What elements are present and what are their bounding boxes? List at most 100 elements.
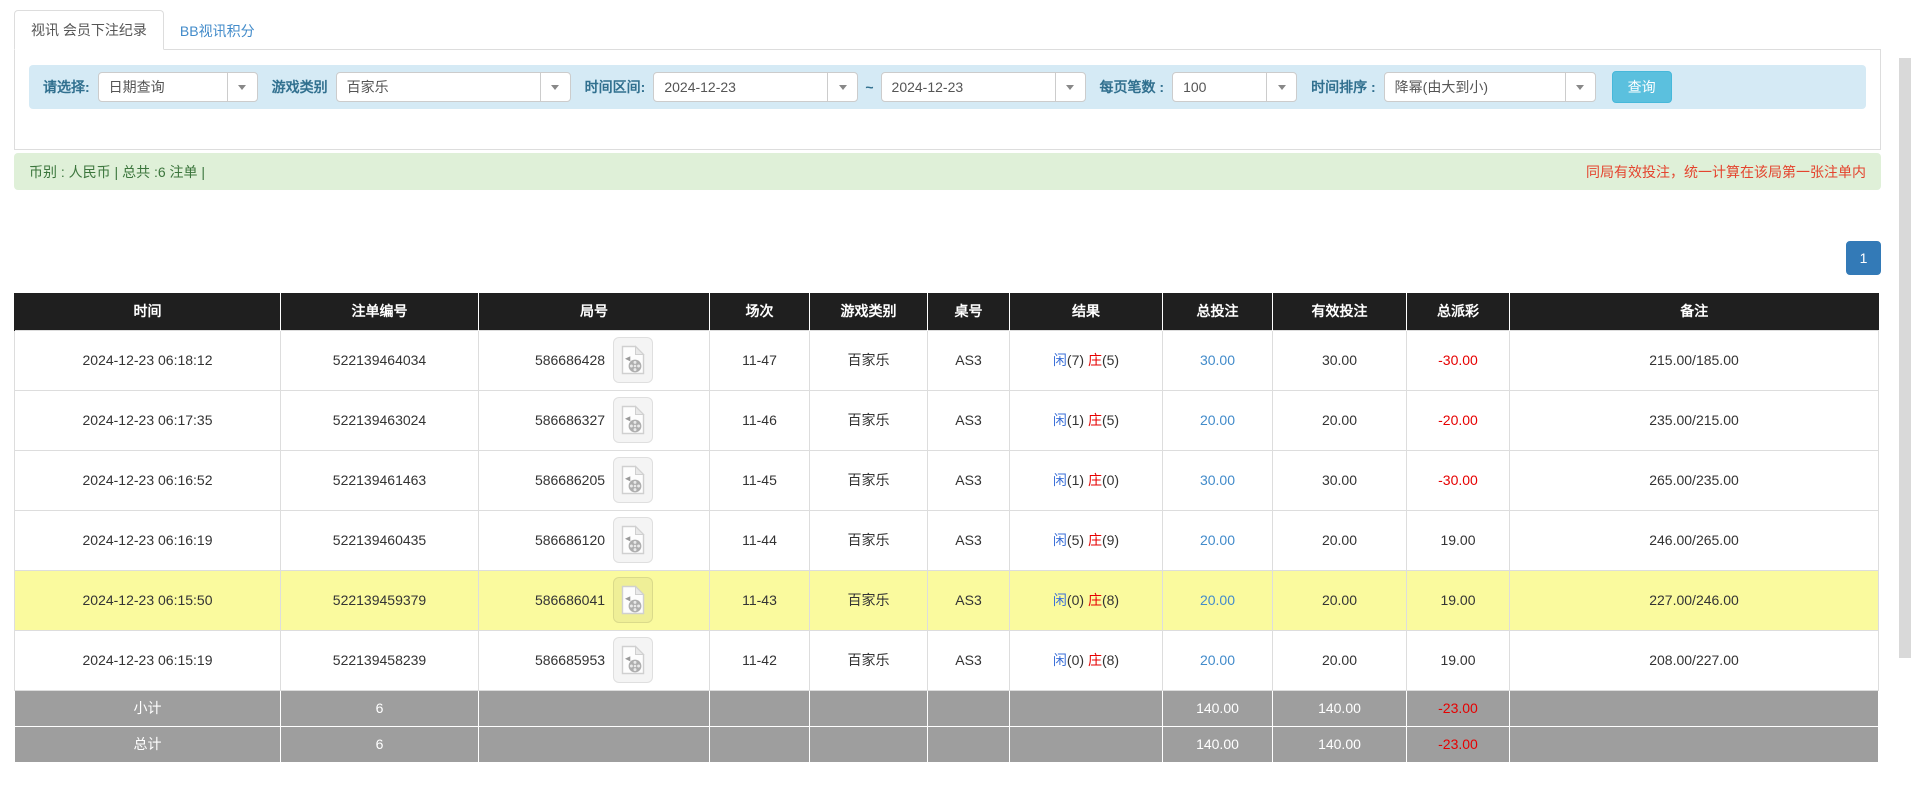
remark-cell: 246.00/265.00: [1510, 510, 1879, 570]
column-header: 注单编号: [281, 293, 479, 330]
page-size-select[interactable]: 100: [1172, 72, 1297, 102]
total-bet-link[interactable]: 20.00: [1200, 592, 1235, 608]
table-no-cell: AS3: [928, 570, 1010, 630]
total-bet-link[interactable]: 30.00: [1200, 472, 1235, 488]
time-cell: 2024-12-23 06:15:19: [15, 630, 281, 690]
video-replay-button[interactable]: [613, 517, 653, 563]
column-header: 总投注: [1163, 293, 1273, 330]
search-button[interactable]: 查询: [1612, 71, 1672, 103]
summary-empty-cell: [928, 726, 1010, 762]
column-header: 总派彩: [1407, 293, 1510, 330]
player-result-label: 闲: [1053, 412, 1067, 428]
summary-empty-cell: [1510, 690, 1879, 726]
query-type-label: 请选择:: [43, 77, 90, 97]
total-bet-cell: 30.00: [1163, 330, 1273, 390]
bet-id-cell: 522139464034: [281, 330, 479, 390]
game-type-cell: 百家乐: [810, 630, 928, 690]
table-no-cell: AS3: [928, 330, 1010, 390]
sort-order-label: 时间排序 :: [1311, 77, 1376, 97]
payout-cell: -30.00: [1407, 330, 1510, 390]
total-bet-link[interactable]: 20.00: [1200, 532, 1235, 548]
total-bet-cell: 20.00: [1163, 510, 1273, 570]
summary-label-cell: 总计: [15, 726, 281, 762]
banker-result-label: 庄: [1088, 532, 1102, 548]
video-file-icon: [621, 585, 645, 615]
time-cell: 2024-12-23 06:18:12: [15, 330, 281, 390]
game-type-select[interactable]: 百家乐: [336, 72, 571, 102]
chevron-down-icon: [1266, 73, 1296, 101]
video-replay-button[interactable]: [613, 457, 653, 503]
column-header: 桌号: [928, 293, 1010, 330]
result-cell: 闲(5) 庄(9): [1010, 510, 1163, 570]
banker-result-value: (0): [1102, 472, 1119, 488]
round-id-cell: 586686205: [479, 450, 710, 510]
summary-payout-value: -23.00: [1438, 736, 1478, 752]
summary-empty-cell: [1510, 726, 1879, 762]
chevron-down-icon: [227, 73, 257, 101]
date-to-value: 2024-12-23: [882, 73, 1055, 101]
payout-cell: -30.00: [1407, 450, 1510, 510]
summary-total-bet-cell: 140.00: [1163, 726, 1273, 762]
tab-bb-video-points[interactable]: BB视讯积分: [164, 12, 271, 50]
banker-result-label: 庄: [1088, 472, 1102, 488]
game-type-label: 游戏类别: [272, 77, 328, 97]
total-bet-link[interactable]: 20.00: [1200, 412, 1235, 428]
video-replay-button[interactable]: [613, 637, 653, 683]
summary-empty-cell: [479, 690, 710, 726]
query-type-select[interactable]: 日期查询: [98, 72, 258, 102]
table-row: 2024-12-23 06:15:19522139458239586685953…: [15, 630, 1879, 690]
summary-empty-cell: [710, 726, 810, 762]
round-id-text: 586686428: [535, 352, 605, 368]
total-bet-cell: 20.00: [1163, 390, 1273, 450]
remark-cell: 227.00/246.00: [1510, 570, 1879, 630]
remark-cell: 215.00/185.00: [1510, 330, 1879, 390]
date-from-select[interactable]: 2024-12-23: [653, 72, 858, 102]
bet-id-cell: 522139459379: [281, 570, 479, 630]
video-replay-button[interactable]: [613, 397, 653, 443]
player-result-value: (1): [1067, 472, 1084, 488]
session-cell: 11-42: [710, 630, 810, 690]
total-bet-link[interactable]: 30.00: [1200, 352, 1235, 368]
result-cell: 闲(0) 庄(8): [1010, 570, 1163, 630]
player-result-label: 闲: [1053, 652, 1067, 668]
summary-empty-cell: [810, 690, 928, 726]
valid-bet-cell: 30.00: [1273, 330, 1407, 390]
table-row: 2024-12-23 06:16:19522139460435586686120…: [15, 510, 1879, 570]
bet-id-cell: 522139460435: [281, 510, 479, 570]
filter-bar: 请选择: 日期查询 游戏类别 百家乐 时间区间: 2024-12-23 ~ 20…: [29, 65, 1866, 109]
table-body: 2024-12-23 06:18:12522139464034 586686428…: [15, 330, 1879, 762]
session-cell: 11-44: [710, 510, 810, 570]
video-file-icon: [621, 345, 645, 375]
time-cell: 2024-12-23 06:16:52: [15, 450, 281, 510]
video-replay-button[interactable]: [613, 337, 653, 383]
table-row: 2024-12-23 06:15:50522139459379586686041…: [15, 570, 1879, 630]
remark-cell: 208.00/227.00: [1510, 630, 1879, 690]
round-id-text: 586686041: [535, 592, 605, 608]
game-type-cell: 百家乐: [810, 570, 928, 630]
summary-row: 总计6140.00140.00-23.00: [15, 726, 1879, 762]
session-cell: 11-47: [710, 330, 810, 390]
total-bet-link[interactable]: 20.00: [1200, 652, 1235, 668]
result-cell: 闲(0) 庄(8): [1010, 630, 1163, 690]
date-from-value: 2024-12-23: [654, 73, 827, 101]
column-header: 场次: [710, 293, 810, 330]
date-to-select[interactable]: 2024-12-23: [881, 72, 1086, 102]
total-bet-cell: 30.00: [1163, 450, 1273, 510]
payout-value: 19.00: [1440, 532, 1475, 548]
round-id-cell: 586686428: [479, 330, 710, 390]
page-1-button[interactable]: 1: [1846, 241, 1881, 275]
round-id-text: 586686205: [535, 472, 605, 488]
payout-value: -30.00: [1438, 472, 1478, 488]
vertical-scrollbar[interactable]: [1899, 58, 1911, 658]
summary-payout-cell: -23.00: [1407, 690, 1510, 726]
summary-label-cell: 小计: [15, 690, 281, 726]
pagination: 1: [14, 241, 1881, 275]
banker-result-label: 庄: [1088, 592, 1102, 608]
tab-video-bet-records[interactable]: 视讯 会员下注纪录: [14, 10, 164, 50]
video-file-icon: [621, 465, 645, 495]
payout-cell: -20.00: [1407, 390, 1510, 450]
video-replay-button[interactable]: [613, 577, 653, 623]
banker-result-value: (5): [1102, 412, 1119, 428]
chevron-down-icon: [1055, 73, 1085, 101]
sort-order-select[interactable]: 降幂(由大到小): [1384, 72, 1596, 102]
